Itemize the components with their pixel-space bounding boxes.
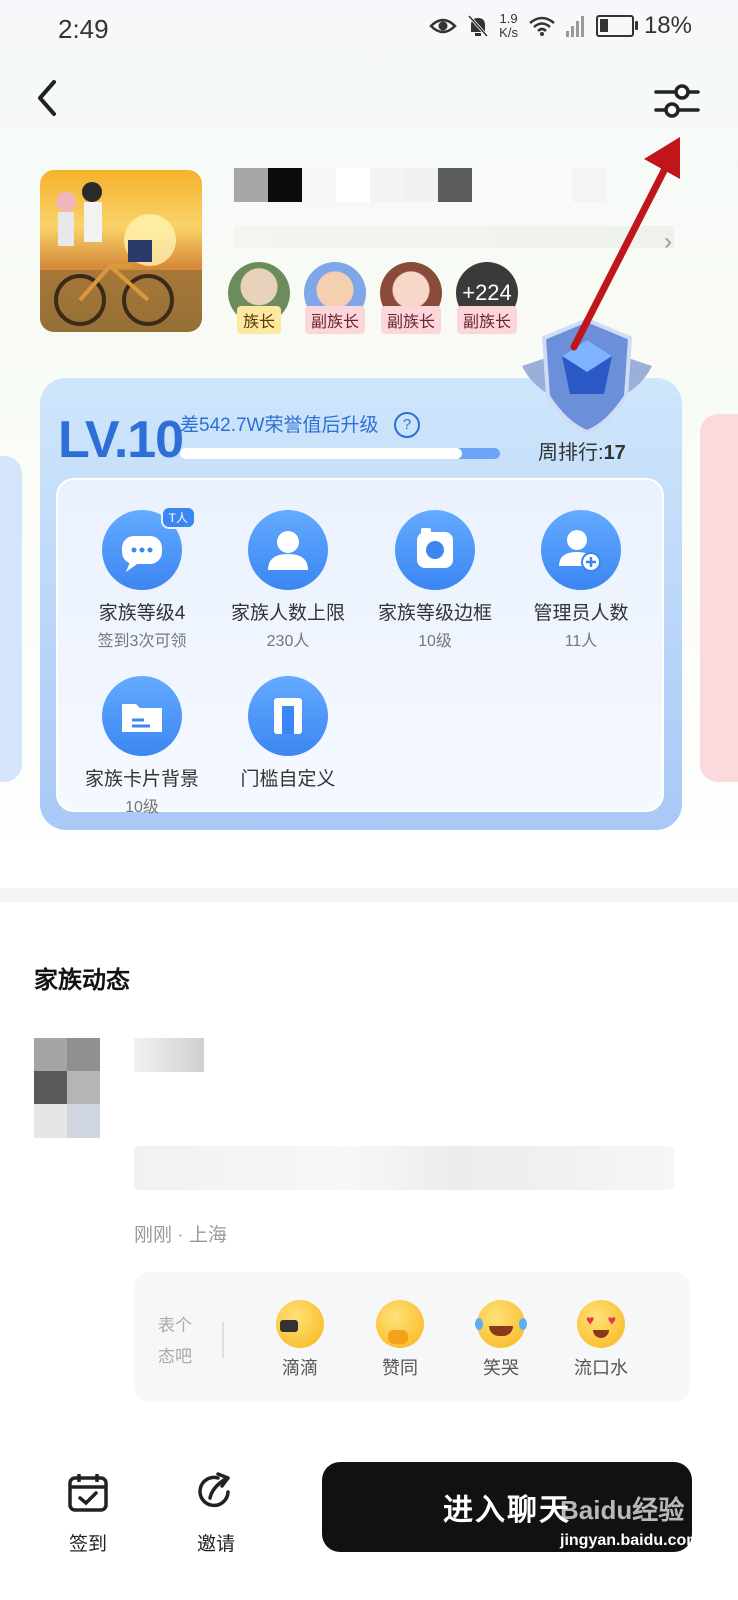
member-role-badge: 副族长: [456, 306, 518, 334]
wifi-icon: [529, 16, 555, 36]
perk-sub: 10级: [418, 633, 452, 650]
perk-icon-circle: [248, 676, 328, 756]
perk-sub: 10级: [125, 799, 159, 816]
shield-icon: [522, 317, 652, 435]
reaction-laugh-cry[interactable]: 笑哭: [461, 1300, 541, 1380]
feed-avatar-redacted[interactable]: [34, 1038, 100, 1138]
perk-name: 家族卡片背景: [84, 769, 199, 790]
perk-level-frame[interactable]: 家族等级边框 10级: [360, 510, 510, 651]
settings-button[interactable]: [652, 80, 702, 124]
perk-name: 家族人数上限: [230, 603, 345, 624]
eye-icon: [429, 18, 457, 34]
back-button[interactable]: [28, 76, 68, 120]
checkin-label: 签到: [68, 1534, 107, 1555]
feed-content-redacted: [134, 1146, 674, 1190]
megaphone-emoji-icon: [276, 1300, 324, 1348]
perk-sub: 签到3次可领: [97, 633, 187, 650]
member-role-badge: 族长: [236, 306, 282, 334]
reaction-label: 赞同: [382, 1358, 418, 1378]
reaction-agree[interactable]: 赞同: [360, 1300, 440, 1380]
status-bar-icons: 1.9 K/s 18%: [429, 12, 692, 40]
react-separator: [222, 1322, 224, 1358]
signal-icon: [565, 16, 584, 37]
sliders-icon: [654, 84, 700, 118]
invite-label: 邀请: [196, 1534, 235, 1555]
perk-name: 门槛自定义: [240, 769, 336, 790]
chevron-right-icon[interactable]: ›: [664, 228, 672, 256]
perk-admin-count[interactable]: 管理员人数 11人: [506, 510, 656, 651]
week-rank-label: 周排行:: [538, 442, 604, 464]
family-desc-redacted: [234, 226, 674, 248]
member-more[interactable]: +224 副族长: [454, 262, 520, 334]
card-icon: [122, 704, 162, 732]
help-icon[interactable]: ?: [394, 412, 420, 438]
level-progress-fill: [180, 448, 462, 459]
baidu-watermark: Baidu经验: [560, 1495, 685, 1525]
react-prompt: 表个态吧: [158, 1316, 192, 1366]
heart-eyes-emoji-icon: ♥ ♥: [577, 1300, 625, 1348]
week-rank-value: 17: [603, 442, 626, 464]
reaction-label: 滴滴: [282, 1358, 318, 1378]
perk-name: 家族等级4: [98, 603, 186, 624]
next-level-card[interactable]: [700, 414, 738, 782]
member-deputy-2[interactable]: 副族长: [378, 262, 444, 334]
frame-icon: [417, 528, 453, 568]
feed-title: 家族动态: [34, 967, 130, 994]
member-more-count: +224: [462, 280, 512, 305]
reaction-didi[interactable]: 滴滴: [260, 1300, 340, 1380]
member-leader[interactable]: 族长: [226, 262, 292, 334]
status-time: 2:49: [58, 14, 109, 44]
person-icon: [268, 531, 308, 570]
perk-tag: T人: [160, 506, 196, 529]
perk-icon-circle: T人: [102, 506, 196, 590]
member-deputy-1[interactable]: 副族长: [302, 262, 368, 334]
perk-family-level[interactable]: T人 家族等级4 签到3次可领: [67, 506, 217, 651]
reaction-label: 笑哭: [483, 1358, 519, 1378]
net-speed: 1.9 K/s: [499, 12, 518, 40]
perk-icon-circle: [102, 676, 182, 756]
share-arrow-icon: [198, 1472, 230, 1508]
perk-icon-circle: [248, 510, 328, 590]
baidu-watermark-url: jingyan.baidu.com: [560, 1532, 701, 1549]
checkin-button[interactable]: 签到: [48, 1470, 128, 1556]
member-role-badge: 副族长: [380, 306, 442, 334]
family-name-redacted: [234, 168, 634, 204]
battery-icon: [595, 15, 638, 37]
calendar-check-icon: [68, 1474, 108, 1512]
perk-member-limit[interactable]: 家族人数上限 230人: [213, 510, 363, 651]
reaction-label: 流口水: [574, 1358, 628, 1378]
net-speed-value: 1.9: [499, 11, 518, 26]
perk-icon-circle: [395, 510, 475, 590]
perk-icon-circle: [541, 510, 621, 590]
laugh-cry-emoji-icon: [475, 1300, 527, 1348]
bell-muted-icon: [468, 14, 489, 38]
perk-sub: 230人: [266, 633, 310, 650]
member-role-badge: 副族长: [304, 306, 366, 334]
upgrade-tip: 差542.7W荣誉值后升级: [180, 415, 379, 436]
feed-meta: 刚刚 · 上海: [134, 1225, 227, 1246]
net-speed-unit: K/s: [499, 25, 518, 40]
family-avatar-illustration: [40, 182, 202, 332]
feed-username-redacted[interactable]: [134, 1038, 204, 1072]
reaction-drool[interactable]: ♥ ♥ 流口水: [561, 1300, 641, 1380]
level-shield-badge: [512, 316, 662, 436]
perk-name: 管理员人数: [533, 603, 629, 624]
week-rank[interactable]: 周排行:17: [538, 436, 626, 465]
perk-threshold-custom[interactable]: 门槛自定义: [213, 676, 363, 791]
door-icon: [274, 698, 302, 734]
battery-percent: 18%: [643, 12, 692, 39]
section-divider: [0, 888, 738, 902]
family-avatar[interactable]: [40, 170, 202, 332]
level-label: LV.10: [58, 411, 184, 469]
invite-button[interactable]: 邀请: [176, 1470, 256, 1556]
prev-level-card[interactable]: [0, 456, 22, 782]
thumbs-up-emoji-icon: [376, 1300, 424, 1348]
perk-card-background[interactable]: 家族卡片背景 10级: [67, 676, 217, 817]
perk-sub: 11人: [564, 633, 598, 650]
perk-name: 家族等级边框: [377, 603, 492, 624]
level-progress-bar: [180, 448, 500, 459]
add-admin-icon: [559, 530, 601, 572]
chevron-left-icon: [38, 80, 56, 116]
